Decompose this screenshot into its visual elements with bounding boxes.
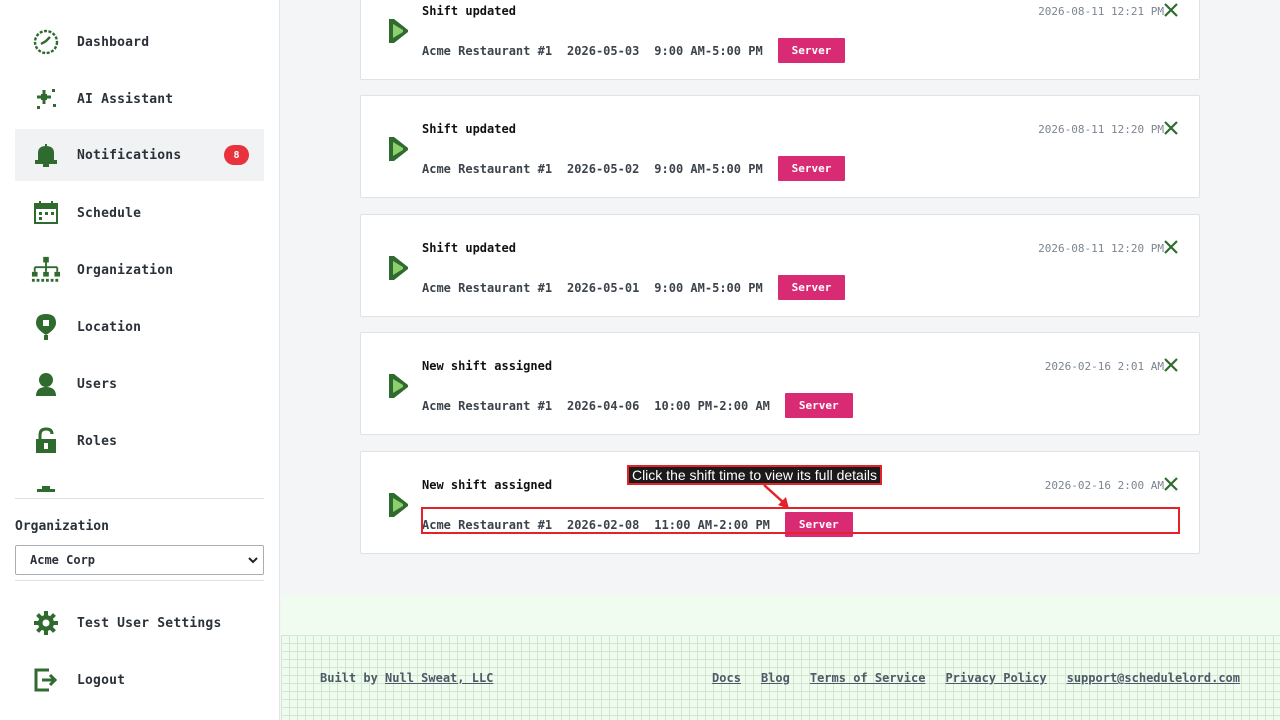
shift-location: Acme Restaurant #1 [422,43,553,58]
footer-link-terms[interactable]: Terms of Service [810,671,926,685]
sidebar-item-users[interactable]: Users [15,358,264,410]
pixel-flag-icon [388,136,410,166]
notification-timestamp: 2026-08-11 12:20 PM [1038,123,1164,136]
role-tag: Server [784,393,853,418]
notification-title: New shift assigned [422,478,553,492]
sidebar-item-label: Logout [77,672,126,688]
hint-tooltip: Click the shift time to view its full de… [627,465,882,485]
sidebar-item-organization[interactable]: Organization [15,244,264,296]
close-icon[interactable] [1163,476,1179,492]
shift-date: 2026-05-01 [567,280,640,295]
close-icon[interactable] [1163,120,1179,136]
close-icon[interactable] [1163,2,1179,18]
notification-detail: Acme Restaurant #1 2026-04-06 10:00 PM-2… [422,393,868,418]
sidebar-item-label: AI Assistant [77,91,174,107]
organization-label: Organization [15,519,109,534]
organization-select-value: Acme Corp [30,553,96,567]
role-tag: Server [777,275,846,300]
footer-links: Docs Blog Terms of Service Privacy Polic… [712,671,1240,685]
notification-detail: Acme Restaurant #1 2026-05-01 9:00 AM-5:… [422,275,860,300]
user-icon [31,370,61,398]
footer-spacer [281,595,1280,635]
notification-count-badge: 8 [224,145,249,165]
sidebar-item-notifications[interactable]: Notifications 8 [15,129,264,181]
footer-link-privacy[interactable]: Privacy Policy [945,671,1046,685]
sidebar-divider [15,498,264,499]
sidebar-item-logout[interactable]: Logout [15,654,264,706]
sidebar-item-label: Schedule [77,205,142,221]
organization-select[interactable]: Acme Corp [15,545,264,575]
notification-card: Shift updated 2026-08-11 12:21 PM Acme R… [360,0,1200,80]
dashboard-icon [31,28,61,56]
footer-link-blog[interactable]: Blog [761,671,790,685]
sidebar-item-dashboard[interactable]: Dashboard [15,16,264,68]
sidebar-item-schedule[interactable]: Schedule [15,187,264,239]
sidebar-item-ai-assistant[interactable]: AI Assistant [15,73,264,125]
notification-title: Shift updated [422,4,516,18]
close-icon[interactable] [1163,357,1179,373]
shift-date: 2026-04-06 [567,398,640,413]
sidebar-item-location[interactable]: Location [15,301,264,353]
sidebar-item-label: Organization [77,262,174,278]
close-icon[interactable] [1163,239,1179,255]
shift-location: Acme Restaurant #1 [422,398,553,413]
sidebar: Dashboard AI Assistant Notifications 8 S… [0,0,280,720]
sidebar-item-label: Notifications [77,147,182,163]
shift-date: 2026-05-02 [567,161,640,176]
shift-time-link[interactable]: 9:00 AM-5:00 PM [654,44,762,58]
notification-card: Shift updated 2026-08-11 12:20 PM Acme R… [360,95,1200,198]
sidebar-nav: Dashboard AI Assistant Notifications 8 S… [15,0,264,492]
calendar-icon [31,199,61,227]
notification-detail: Acme Restaurant #1 2026-05-02 9:00 AM-5:… [422,156,860,181]
notification-card: New shift assigned 2026-02-16 2:01 AM Ac… [360,332,1200,435]
pixel-flag-icon [388,18,410,48]
sidebar-item-label: Test User Settings [77,615,222,631]
chevron-down-icon [247,553,259,570]
bell-icon [31,141,61,169]
notification-card: Shift updated 2026-08-11 12:20 PM Acme R… [360,214,1200,317]
clipboard-icon [31,484,61,492]
hint-highlight-frame [421,507,1180,534]
hint-arrow-icon [763,484,789,509]
footer-credit-prefix: Built by [320,671,378,685]
pixel-flag-icon [388,492,410,522]
notification-title: Shift updated [422,122,516,136]
notification-title: Shift updated [422,241,516,255]
sidebar-item-test-user-settings[interactable]: Test User Settings [15,597,264,649]
shift-date: 2026-05-03 [567,43,640,58]
notification-timestamp: 2026-02-16 2:01 AM [1044,360,1164,373]
notification-detail: Acme Restaurant #1 2026-05-03 9:00 AM-5:… [422,38,860,63]
role-tag: Server [777,156,846,181]
role-tag: Server [777,38,846,63]
pixel-flag-icon [388,255,410,285]
shift-time-link[interactable]: 10:00 PM-2:00 AM [654,399,770,413]
sidebar-item-label: Users [77,376,118,392]
map-pin-icon [31,313,61,341]
gear-icon [31,609,61,637]
notification-timestamp: 2026-08-11 12:20 PM [1038,242,1164,255]
pixel-flag-icon [388,373,410,403]
footer: Built by Null Sweat, LLC Docs Blog Terms… [281,635,1280,720]
notification-timestamp: 2026-08-11 12:21 PM [1038,5,1164,18]
shift-time-link[interactable]: 9:00 AM-5:00 PM [654,162,762,176]
org-chart-icon [31,256,61,284]
footer-link-support-email[interactable]: support@schedulelord.com [1067,671,1240,685]
notification-title: New shift assigned [422,359,553,373]
shift-location: Acme Restaurant #1 [422,280,553,295]
notification-timestamp: 2026-02-16 2:00 AM [1044,479,1164,492]
shift-location: Acme Restaurant #1 [422,161,553,176]
footer-credit-link[interactable]: Null Sweat, LLC [385,671,493,685]
sidebar-item-label: Dashboard [77,34,150,50]
sidebar-item-partial[interactable] [15,472,264,492]
sidebar-item-label: Roles [77,433,118,449]
sidebar-item-label: Location [77,319,142,335]
sidebar-divider [15,580,264,581]
footer-link-docs[interactable]: Docs [712,671,741,685]
sidebar-item-roles[interactable]: Roles [15,415,264,467]
shift-time-link[interactable]: 9:00 AM-5:00 PM [654,281,762,295]
lock-icon [31,427,61,455]
footer-credit: Built by Null Sweat, LLC [320,671,493,685]
logout-icon [31,666,61,694]
sparkle-icon [31,85,61,113]
